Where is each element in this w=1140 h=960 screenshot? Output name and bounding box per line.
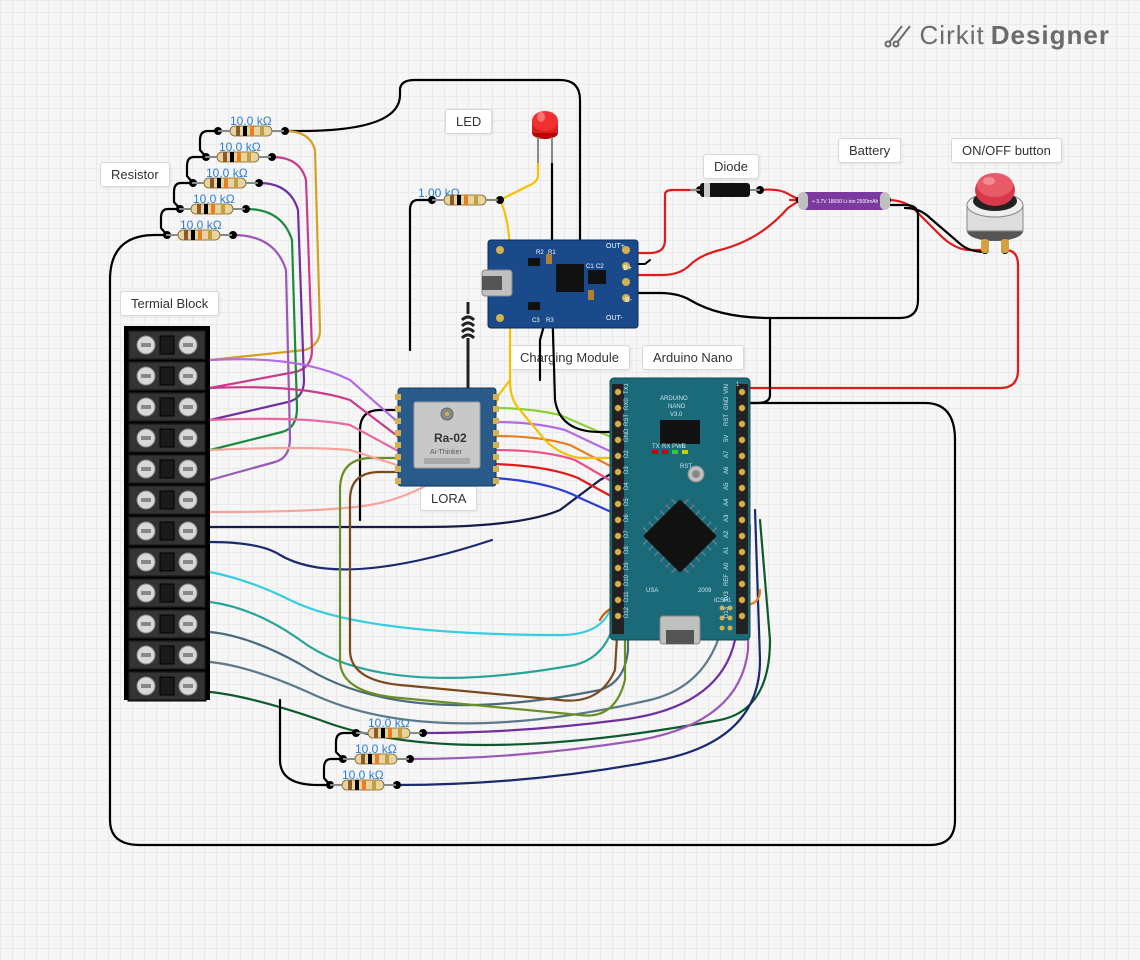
svg-text:Ai-Thinker: Ai-Thinker	[430, 449, 463, 456]
svg-text:GND: GND	[624, 428, 630, 442]
svg-text:5V: 5V	[724, 435, 730, 442]
battery-component: + 3.7V 18650 Li-ion 2500mAh	[798, 192, 890, 210]
svg-text:RST: RST	[724, 414, 730, 426]
svg-text:B-: B-	[625, 297, 633, 304]
svg-text:+ 3.7V 18650 Li-ion 2500mAh: + 3.7V 18650 Li-ion 2500mAh	[812, 199, 879, 205]
svg-text:C2: C2	[596, 264, 604, 270]
svg-text:OUT-: OUT-	[606, 315, 623, 322]
svg-text:A3: A3	[724, 514, 730, 522]
svg-text:NANO: NANO	[668, 404, 686, 410]
svg-text:R1: R1	[548, 250, 556, 256]
svg-text:RST: RST	[680, 464, 692, 470]
svg-text:D12: D12	[624, 606, 630, 618]
svg-text:D11: D11	[624, 591, 630, 602]
svg-text:D7: D7	[624, 530, 630, 538]
led-component	[532, 111, 558, 163]
resistor-bank-bottom	[330, 728, 422, 790]
svg-text:B+: B+	[623, 265, 632, 272]
svg-text:VIN: VIN	[724, 384, 730, 394]
svg-text:C3: C3	[532, 318, 540, 324]
diagram-canvas: + 3.7V 18650 Li-ion 2500mAh OUT+ OUT- B+…	[0, 0, 1140, 960]
svg-text:RST: RST	[624, 414, 630, 426]
resistor-led	[432, 195, 498, 205]
svg-text:3V3: 3V3	[724, 591, 730, 602]
svg-text:OUT+: OUT+	[606, 243, 625, 250]
onoff-button[interactable]	[967, 173, 1023, 253]
svg-text:D13: D13	[724, 606, 730, 618]
svg-text:A7: A7	[724, 450, 730, 458]
svg-text:D9: D9	[624, 562, 630, 570]
diode-component	[690, 183, 760, 197]
svg-text:V3.0: V3.0	[670, 412, 683, 418]
svg-text:C1: C1	[586, 264, 594, 270]
svg-text:D8: D8	[624, 546, 630, 554]
svg-text:A5: A5	[724, 482, 730, 490]
svg-text:A2: A2	[724, 530, 730, 538]
arduino-nano: RST ARDUINO NANO V3.0 USA 2009 ICSP1 1 T…	[610, 378, 750, 644]
svg-text:A4: A4	[724, 498, 730, 506]
svg-text:D2: D2	[624, 450, 630, 458]
svg-text:R2: R2	[536, 250, 544, 256]
svg-text:A0: A0	[724, 562, 730, 570]
svg-text:D10: D10	[624, 574, 630, 586]
charging-module: OUT+ OUT- B+ B- R2 R1 C1 C2 C3 R3	[482, 240, 638, 328]
wires-layer	[110, 80, 1030, 845]
svg-text:RX: RX	[662, 444, 670, 450]
svg-text:A6: A6	[724, 466, 730, 474]
svg-text:Ra-02: Ra-02	[434, 431, 467, 445]
svg-text:D3: D3	[624, 466, 630, 474]
svg-text:D4: D4	[624, 482, 630, 490]
svg-text:2009: 2009	[698, 588, 712, 594]
svg-text:A1: A1	[724, 546, 730, 554]
svg-text:ARDUINO: ARDUINO	[660, 396, 688, 402]
svg-text:D5: D5	[624, 498, 630, 506]
svg-text:REF: REF	[724, 574, 730, 586]
svg-text:GND: GND	[724, 396, 730, 410]
svg-text:TX1: TX1	[624, 382, 630, 394]
svg-text:D6: D6	[624, 514, 630, 522]
svg-text:R3: R3	[546, 318, 554, 324]
svg-text:RX0: RX0	[624, 398, 630, 410]
svg-text:USA: USA	[646, 588, 658, 594]
terminal-block	[124, 326, 210, 701]
svg-text:TX: TX	[652, 444, 660, 450]
